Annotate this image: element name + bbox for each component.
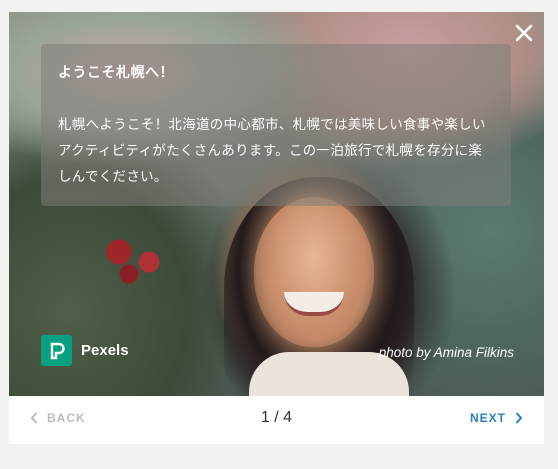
tour-body: 札幌へようこそ！北海道の中心都市、札幌では美味しい食事や楽しいアクティビティがた… xyxy=(58,117,486,185)
photo-face xyxy=(254,197,374,347)
next-button[interactable]: NEXT xyxy=(470,411,524,425)
close-icon xyxy=(515,24,533,42)
pexels-attribution: Pexels xyxy=(41,335,129,366)
tour-footer: BACK 1 / 4 NEXT xyxy=(9,396,544,444)
pexels-logo-icon xyxy=(41,335,72,366)
tour-info-box: ようこそ札幌へ！ 札幌へようこそ！北海道の中心都市、札幌では美味しい食事や楽しい… xyxy=(41,44,511,206)
next-label: NEXT xyxy=(469,411,506,425)
photo-credit: photo by Amina Filkins xyxy=(378,345,514,360)
pexels-brand-label: Pexels xyxy=(81,342,129,359)
close-button[interactable] xyxy=(512,21,536,45)
tour-card: ようこそ札幌へ！ 札幌へようこそ！北海道の中心都市、札幌では美味しい食事や楽しい… xyxy=(9,12,544,444)
tour-title: ようこそ札幌へ！ xyxy=(58,65,174,81)
chevron-right-icon xyxy=(515,412,523,424)
page-indicator: 1 / 4 xyxy=(260,409,293,426)
background-photo: ようこそ札幌へ！ 札幌へようこそ！北海道の中心都市、札幌では美味しい食事や楽しい… xyxy=(9,12,544,396)
